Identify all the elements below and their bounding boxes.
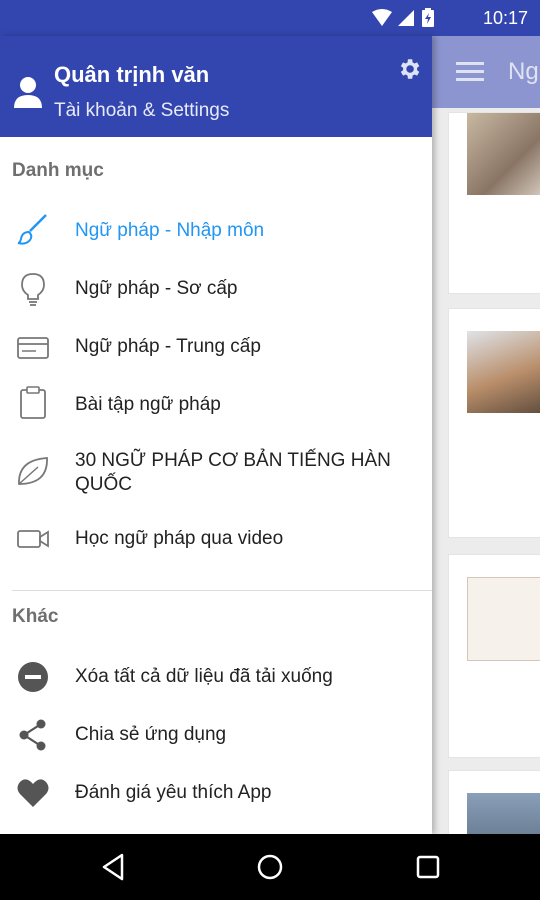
menu-item-label: Đánh giá yêu thích App (75, 782, 272, 803)
menu-item-label: 30 NGỮ PHÁP CƠ BẢN TIẾNG HÀN QUỐC (75, 450, 391, 495)
user-name: Quân trịnh văn (54, 62, 210, 87)
background-card[interactable] (448, 554, 540, 758)
card-thumbnail (467, 331, 540, 413)
recents-icon[interactable] (410, 849, 446, 885)
signal-icon (398, 10, 414, 26)
menu-item-label: Ngữ pháp - Trung cấp (75, 336, 261, 357)
card-icon (17, 337, 49, 359)
menu-item-share-app[interactable]: Chia sẻ ứng dụng (0, 706, 432, 764)
section-title-categories: Danh mục (12, 160, 104, 181)
video-icon (17, 530, 49, 548)
menu-item-label: Ngữ pháp - Nhập môn (75, 220, 265, 241)
heart-icon (17, 779, 49, 807)
menu-item-grammar-exercises[interactable]: Bài tập ngữ pháp (0, 376, 432, 434)
home-icon[interactable] (252, 849, 288, 885)
share-icon (19, 719, 46, 751)
card-thumbnail (467, 577, 540, 661)
battery-icon (422, 8, 434, 27)
menu-item-delete-downloads[interactable]: Xóa tất cả dữ liệu đã tải xuống (0, 648, 432, 706)
account-settings-link[interactable]: Tài khoản & Settings (54, 100, 229, 122)
status-bar: 10:17 (0, 0, 540, 36)
lightbulb-icon (21, 273, 45, 306)
status-time: 10:17 (482, 8, 528, 28)
background-card[interactable] (448, 112, 540, 294)
back-icon[interactable] (96, 849, 132, 885)
leaf-icon (18, 457, 48, 485)
menu-item-label: Xóa tất cả dữ liệu đã tải xuống (75, 666, 333, 687)
menu-item-label: Học ngữ pháp qua video (75, 528, 284, 549)
wifi-icon (372, 9, 392, 26)
background-content: Ng (432, 36, 540, 875)
menu-item-label: Chia sẻ ứng dụng (75, 724, 227, 745)
menu-item-intro-grammar[interactable]: Ngữ pháp - Nhập môn (0, 202, 432, 260)
brush-icon (17, 214, 47, 245)
menu-item-beginner-grammar[interactable]: Ngữ pháp - Sơ cấp (0, 260, 432, 318)
background-card[interactable] (448, 308, 540, 538)
gear-icon[interactable] (396, 56, 422, 82)
hamburger-icon[interactable] (456, 62, 484, 82)
drawer-header[interactable]: Quân trịnh văn Tài khoản & Settings (0, 36, 432, 137)
background-card[interactable] (448, 770, 540, 875)
section-divider (12, 590, 432, 591)
background-toolbar: Ng (432, 36, 540, 108)
menu-item-video-grammar[interactable]: Học ngữ pháp qua video (0, 510, 432, 568)
menu-item-rate-app[interactable]: Đánh giá yêu thích App (0, 764, 432, 822)
clipboard-icon (20, 386, 46, 419)
system-navigation-bar (0, 834, 540, 900)
avatar-icon (14, 77, 42, 108)
section-title-other: Khác (12, 606, 59, 627)
background-title: Ng (508, 58, 539, 85)
menu-item-intermediate-grammar[interactable]: Ngữ pháp - Trung cấp (0, 318, 432, 376)
menu-item-30-basic-grammar[interactable]: 30 NGỮ PHÁP CƠ BẢN TIẾNG HÀN QUỐC (0, 436, 432, 508)
menu-item-label: Ngữ pháp - Sơ cấp (75, 278, 238, 299)
remove-circle-icon (18, 662, 48, 692)
status-icons (372, 8, 434, 27)
navigation-drawer: Quân trịnh văn Tài khoản & Settings Danh… (0, 36, 432, 834)
menu-item-label: Bài tập ngữ pháp (75, 394, 221, 415)
card-thumbnail (467, 113, 540, 195)
